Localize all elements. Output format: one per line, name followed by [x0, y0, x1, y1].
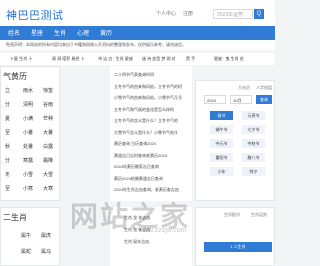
zodiac-right-panel: 生肖配对 生肖运势 1 二生肖 [195, 207, 275, 266]
solar-terms-panel: 气黄历 立雨水 惊蛰分清明 谷雨夏小满 芒种至小暑 大暑秋处暑 白露分寒露 霜降冬小雪 大雪至… [0, 66, 60, 201]
solar-term-cell[interactable]: 雨水 [23, 87, 33, 94]
article-link[interactable]: 立冬节气的由来和风俗，立冬节气的时 [114, 84, 182, 90]
zodiac-snake[interactable]: 属蛇 [21, 248, 31, 255]
solar-term-cell[interactable]: 处暑 [23, 143, 33, 150]
tag-group-4[interactable]: 迷 诗 血型 梦 测 对 [142, 53, 176, 65]
main-nav: 姓名 星座 生肖 心理 黄历 [0, 26, 275, 40]
watermark-url: www.zzzjw.com [138, 227, 187, 234]
zodiac-title: 二生肖 [3, 213, 27, 222]
article-link[interactable]: 2024年生肖吉凶查询，老黄历查吉凶 [114, 187, 179, 193]
solar-term-cell[interactable]: 大暑 [43, 129, 53, 136]
solar-term-cell[interactable]: 小寒 [23, 185, 33, 192]
article-link[interactable]: 小雪节气的由来和风俗，小雪节气几号 [114, 95, 182, 101]
solar-term-cell[interactable]: 夏 [5, 115, 10, 122]
solar-term-cell[interactable]: 小满 [23, 115, 33, 122]
year-select[interactable]: 2024 [204, 95, 226, 104]
tag-group-2[interactable]: 周 测 塔罗 易经 卜 [52, 53, 84, 65]
register-link[interactable]: 注册 [183, 10, 193, 17]
solar-term-cell[interactable]: 惊蛰 [43, 87, 53, 94]
nav-item-almanac[interactable]: 黄历 [100, 28, 112, 37]
tag-group-3[interactable]: 冲 洁 白 · 生肖 星座 [98, 53, 133, 65]
solar-term-cell[interactable]: 冬 [5, 171, 10, 178]
article-link[interactable]: 2024年黄历搬家吉日查询 [114, 164, 159, 170]
festival-button[interactable]: 元宵节 [242, 111, 265, 120]
solar-terms-title: 气黄历 [3, 72, 27, 81]
tag-group-1[interactable]: 卜星 生肖 十 [10, 53, 32, 65]
site-logo[interactable]: 神巴巴测试 [6, 7, 64, 23]
tab-wannianli[interactable]: 万年历 [238, 85, 250, 91]
top-header: 神巴巴测试 个人中心 注册 2023年运势 Q [0, 0, 275, 26]
zodiac-article-3[interactable]: 生肖 鼠年吉凶 [124, 239, 149, 245]
festival-button[interactable]: 春节 [210, 111, 233, 120]
festival-button[interactable]: 中秋节 [242, 139, 265, 148]
festival-button[interactable]: 端午节 [210, 125, 233, 134]
nav-item-psych[interactable]: 心理 [77, 28, 89, 37]
tab-zodiac-fortune[interactable]: 生肖运势 [251, 212, 267, 218]
solar-term-cell[interactable]: 秋 [5, 143, 10, 150]
solar-term-cell[interactable]: 分 [5, 101, 10, 108]
solar-term-cell[interactable]: 立 [5, 87, 10, 94]
nav-item-name[interactable]: 姓名 [8, 28, 20, 37]
tag-group-5[interactable]: 黑 手 [186, 53, 195, 65]
zodiac-panel: 二生肖 属牛 属虎 属蛇 属马 [0, 207, 60, 266]
festival-button[interactable]: 小年 [210, 167, 233, 176]
tab-zodiac-match[interactable]: 生肖配对 [224, 212, 240, 218]
festival-button[interactable]: 腊八节 [242, 153, 265, 162]
festival-button[interactable]: 重阳节 [210, 153, 233, 162]
article-link[interactable]: 黄道吉日吉时查询老黄历2024 [114, 153, 167, 159]
zodiac-tiger[interactable]: 属虎 [41, 232, 51, 239]
solar-term-cell[interactable]: 清明 [23, 101, 33, 108]
search-input[interactable]: 2023年运势 [213, 9, 253, 19]
month-select[interactable]: 10月 [230, 95, 252, 104]
solar-term-cell[interactable]: 小暑 [23, 129, 33, 136]
solar-term-cell[interactable]: 霜降 [43, 157, 53, 164]
disclaimer-text: 免责声明：本网站的所有内容均来自于书籍和网络公开资料的整理和发布，仅供娱乐参考，… [6, 42, 186, 47]
solar-term-cell[interactable]: 白露 [43, 143, 53, 150]
zodiac-select-button[interactable]: 1 二生肖 [204, 242, 272, 252]
tag-group-6[interactable]: 星座 · 鬼 生肖 花 [214, 53, 244, 65]
solar-term-cell[interactable]: 至 [5, 185, 10, 192]
solar-term-cell[interactable]: 寒露 [23, 157, 33, 164]
solar-term-cell[interactable]: 芒种 [43, 115, 53, 122]
festival-button[interactable]: 七夕节 [242, 125, 265, 134]
search-icon[interactable]: Q [254, 9, 264, 19]
solar-term-cell[interactable]: 小雪 [23, 171, 33, 178]
calendar-panel: 万年历 八字排盘 2024 10月 查询 春节 元宵节 端午节 七夕节 中元节 中秋节 重阳… [195, 80, 275, 201]
article-panel: 二十四节气表查询时间立冬节气的由来和风俗，立冬节气的时 小雪节气的由来和风俗，小雪… [110, 66, 192, 201]
tab-bazi[interactable]: 八字排盘 [256, 85, 272, 91]
query-button[interactable]: 查询 [256, 95, 272, 104]
festival-button[interactable]: 中元节 [210, 139, 233, 148]
article-link[interactable]: 黄历2024结婚黄道吉日查询 [114, 176, 163, 182]
nav-item-star[interactable]: 星座 [31, 28, 43, 37]
solar-term-cell[interactable]: 分 [5, 157, 10, 164]
festival-button[interactable]: 除夕 [242, 167, 265, 176]
login-link[interactable]: 个人中心 [156, 10, 176, 17]
zodiac-ox[interactable]: 属牛 [21, 232, 31, 239]
solar-term-cell[interactable]: 至 [5, 129, 10, 136]
article-link[interactable]: 大雪节气含义是什么？小寒节气吃什 [114, 130, 178, 136]
solar-term-cell[interactable]: 谷雨 [43, 101, 53, 108]
solar-term-cell[interactable]: 大雪 [43, 171, 53, 178]
article-link[interactable]: 黄历查询 日历查询2024 [114, 141, 156, 147]
article-link[interactable]: 立冬节气的含义是什么？立冬节气的 [114, 118, 178, 124]
tag-row: 卜星 生肖 十 周 测 塔罗 易经 卜 冲 洁 白 · 生肖 星座 迷 诗 血型… [0, 53, 275, 65]
disclaimer-bar: 免责声明：本网站的所有内容均来自于书籍和网络公开资料的整理和发布，仅供娱乐参考，… [0, 40, 275, 50]
zodiac-horse[interactable]: 属马 [41, 248, 51, 255]
article-link[interactable]: 立冬节气和气候的变化是怎么样的 [114, 107, 174, 113]
solar-term-cell[interactable]: 大寒 [43, 185, 53, 192]
nav-item-zodiac[interactable]: 生肖 [54, 28, 66, 37]
article-link[interactable]: 二十四节气表查询时间 [114, 72, 154, 78]
